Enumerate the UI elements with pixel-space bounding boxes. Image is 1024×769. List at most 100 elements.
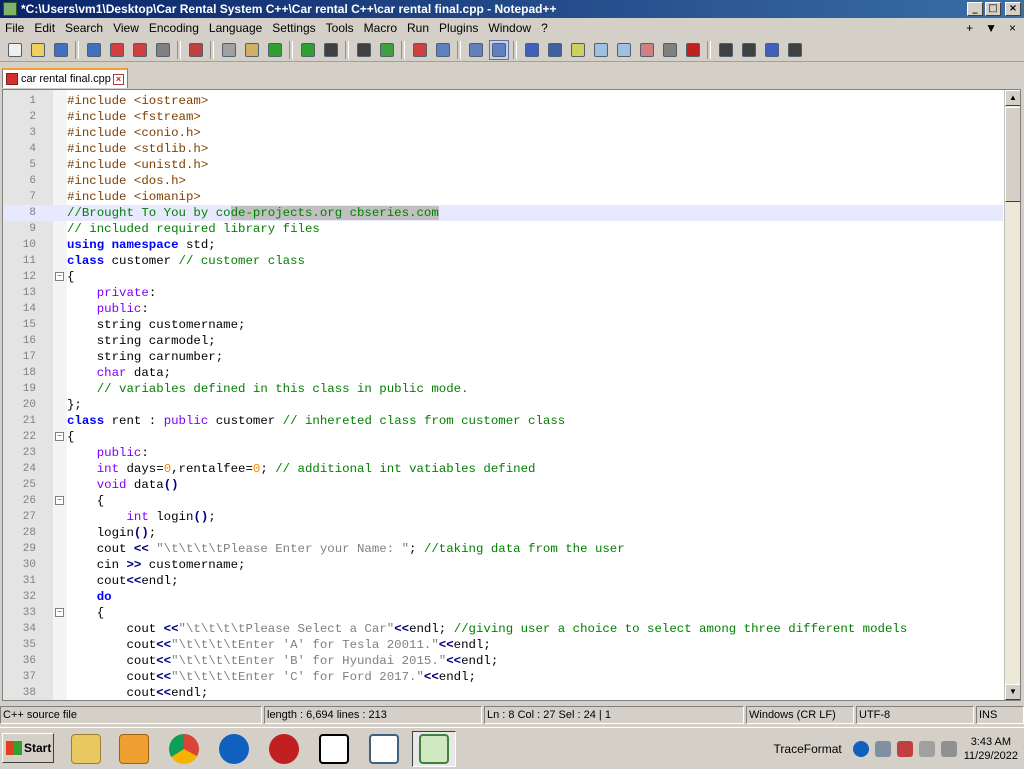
start-button[interactable]: Start [2,733,54,763]
menu-file[interactable]: File [0,21,29,35]
code-line[interactable]: 11 class customer // customer class [3,253,1003,269]
code-line[interactable]: 30 cin >> customername; [3,557,1003,573]
paste-button[interactable] [242,40,262,60]
code-line[interactable]: 6 #include <dos.h> [3,173,1003,189]
close-button[interactable]: × [1005,2,1021,16]
action-center-icon[interactable] [896,740,913,757]
code-line[interactable]: 2 #include <fstream> [3,109,1003,125]
code-line[interactable]: 35 cout<<"\t\t\t\tEnter 'A' for Tesla 20… [3,637,1003,653]
code-editor[interactable]: 1 #include <iostream> 2 #include <fstream> 3… [2,89,1021,701]
status-eol[interactable]: Windows (CR LF) [746,706,854,724]
traceformat-label[interactable]: TraceFormat [774,742,842,756]
func-list-button[interactable] [614,40,634,60]
tab-car-rental-final[interactable]: car rental final.cpp × [2,68,128,88]
notepad-taskbar-button[interactable] [362,731,406,767]
new-button[interactable] [5,40,25,60]
code-line[interactable]: 3 #include <conio.h> [3,125,1003,141]
undo-button[interactable] [265,40,285,60]
chrome-taskbar-button[interactable] [162,731,206,767]
sync-v-button[interactable] [433,40,453,60]
run-macro-multiple-button[interactable] [762,40,782,60]
vertical-scrollbar[interactable]: ▲ ▼ [1004,90,1020,700]
folder-workspace-button[interactable] [637,40,657,60]
code-line[interactable]: 10 using namespace std; [3,237,1003,253]
code-line[interactable]: 15 string customername; [3,317,1003,333]
menu-tools[interactable]: Tools [321,21,359,35]
menu-settings[interactable]: Settings [267,21,320,35]
status-encoding[interactable]: UTF-8 [856,706,974,724]
code-line[interactable]: 16 string carmodel; [3,333,1003,349]
volume-icon[interactable] [940,740,957,757]
display-icon[interactable] [918,740,935,757]
stop-macro-button[interactable] [716,40,736,60]
menu-view[interactable]: View [108,21,144,35]
notepad-plus-plus-taskbar-button[interactable] [412,731,456,767]
print-button[interactable] [153,40,173,60]
code-line[interactable]: 23 public: [3,445,1003,461]
save-macro-button[interactable] [785,40,805,60]
code-line[interactable]: 22 −{ [3,429,1003,445]
code-line[interactable]: 34 cout <<"\t\t\t\tPlease Select a Car"<… [3,621,1003,637]
find-button[interactable] [321,40,341,60]
all-chars-button[interactable] [522,40,542,60]
code-line[interactable]: 36 cout<<"\t\t\t\tEnter 'B' for Hyundai … [3,653,1003,669]
code-line[interactable]: 20}; [3,397,1003,413]
tab-list-button[interactable]: ▼ [985,21,997,35]
menu-plugins[interactable]: Plugins [434,21,483,35]
close-button[interactable] [107,40,127,60]
code-line[interactable]: 24 int days=0,rentalfee=0; // additional… [3,461,1003,477]
code-line[interactable]: 33 − { [3,605,1003,621]
zoom-out-button[interactable] [410,40,430,60]
code-line[interactable]: 21 class rent : public customer // inhere… [3,413,1003,429]
code-line[interactable]: 32 do [3,589,1003,605]
replace-button[interactable] [354,40,374,60]
menu-run[interactable]: Run [402,21,434,35]
code-line[interactable]: 14 public: [3,301,1003,317]
code-line[interactable]: 31 cout<<endl; [3,573,1003,589]
scrollbar-thumb[interactable] [1005,107,1020,202]
scroll-up-arrow[interactable]: ▲ [1005,90,1020,106]
menu-window[interactable]: Window [483,21,536,35]
code-line[interactable]: 12 −{ [3,269,1003,285]
ccleaner-tray-icon[interactable] [852,740,869,757]
code-line[interactable]: 17 string carnumber; [3,349,1003,365]
code-line[interactable]: 38 cout<<endl; [3,685,1003,700]
scroll-down-arrow[interactable]: ▼ [1005,684,1020,700]
wrap-button[interactable] [488,39,509,60]
menu-language[interactable]: Language [204,21,267,35]
media-player-taskbar-button[interactable] [112,731,156,767]
play-macro-button[interactable] [739,40,759,60]
sync-h-button[interactable] [466,40,486,60]
close-all-button[interactable] [130,40,150,60]
maximize-button[interactable]: □ [985,2,1001,16]
tab-close-icon[interactable]: × [113,73,124,85]
code-line[interactable]: 19 // variables defined in this class in… [3,381,1003,397]
save-button[interactable] [51,40,71,60]
clock[interactable]: 3:43 AM 11/29/2022 [964,735,1018,763]
app-taskbar-button[interactable] [262,731,306,767]
code-line[interactable]: 18 char data; [3,365,1003,381]
save-all-button[interactable] [84,40,104,60]
indent-guide-button[interactable] [545,40,565,60]
7zip-taskbar-button[interactable] [312,731,356,767]
copy-button[interactable] [219,40,239,60]
fold-toggle-icon[interactable]: − [55,608,64,617]
menu-help[interactable]: ? [536,21,553,35]
fold-toggle-icon[interactable]: − [55,432,64,441]
fold-toggle-icon[interactable]: − [55,496,64,505]
close-doc-button[interactable]: × [1009,21,1016,35]
code-line[interactable]: 27 int login(); [3,509,1003,525]
menu-encoding[interactable]: Encoding [144,21,204,35]
menu-edit[interactable]: Edit [29,21,60,35]
explorer-taskbar-button[interactable] [64,731,108,767]
record-macro-button[interactable] [683,40,703,60]
code-line[interactable]: 7 #include <iomanip> [3,189,1003,205]
zoom-in-button[interactable] [377,40,397,60]
menu-search[interactable]: Search [60,21,108,35]
code-line[interactable]: 28 login(); [3,525,1003,541]
redo-button[interactable] [298,40,318,60]
minimize-button[interactable]: _ [967,2,983,16]
fold-toggle-icon[interactable]: − [55,272,64,281]
network-icon[interactable] [874,740,891,757]
code-line[interactable]: 5 #include <unistd.h> [3,157,1003,173]
